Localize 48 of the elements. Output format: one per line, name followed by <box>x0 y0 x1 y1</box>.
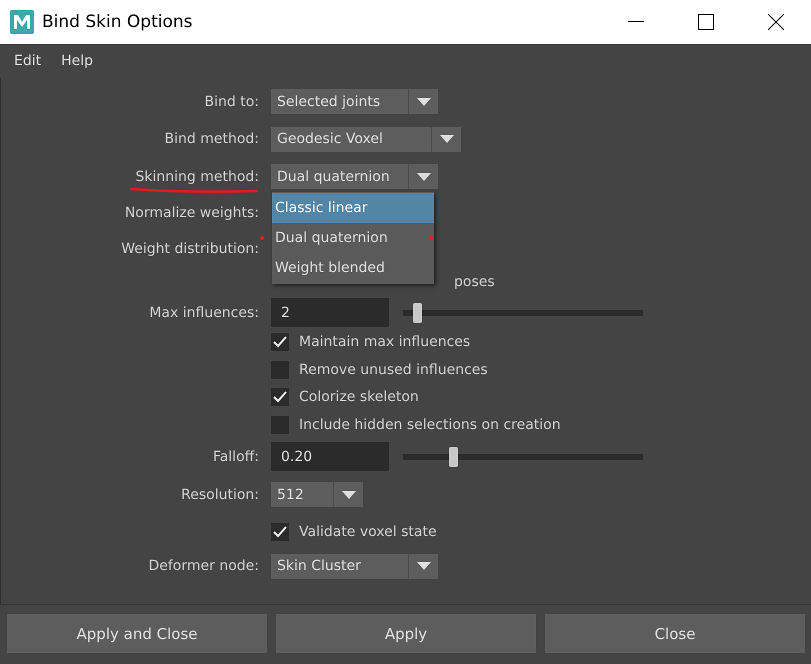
slider-handle[interactable] <box>413 302 422 322</box>
field-label: Normalize weights: <box>124 205 259 222</box>
dropdown[interactable]: Dual quaternion <box>271 164 438 189</box>
field-label: Bind to: <box>204 94 259 110</box>
checkbox[interactable] <box>271 333 289 351</box>
dropdown[interactable]: Selected joints <box>271 89 438 114</box>
caret-icon <box>416 172 430 180</box>
dialog-button[interactable]: Apply <box>276 614 536 653</box>
checkbox[interactable] <box>271 388 289 406</box>
checkbox[interactable] <box>271 523 289 542</box>
dropdown[interactable]: Skin Cluster <box>271 554 438 578</box>
dropdown[interactable]: 512 <box>271 482 363 507</box>
field-label: Skinning method: <box>135 168 259 184</box>
option-label: poses <box>454 274 495 290</box>
checkbox-label: Colorize skeleton <box>299 389 419 405</box>
window-title: Bind Skin Options <box>42 12 194 32</box>
slider-handle[interactable] <box>449 446 458 467</box>
number-field[interactable]: 0.20 <box>271 442 389 472</box>
checkbox-label: Maintain max influences <box>299 334 470 350</box>
menu-option[interactable]: Weight blended <box>272 253 434 283</box>
menu-item[interactable]: Edit <box>6 53 50 69</box>
maximize-icon[interactable] <box>698 14 714 30</box>
field-label: Weight distribution: <box>121 241 259 257</box>
field-label: Max influences: <box>149 304 259 320</box>
dialog-button[interactable]: Apply and Close <box>7 614 267 653</box>
dialog-button[interactable]: Close <box>545 614 805 653</box>
app-logo-icon <box>10 10 34 34</box>
field-label: Deformer node: <box>148 558 259 574</box>
menu-option[interactable]: Dual quaternion <box>272 223 434 253</box>
checkbox-label: Remove unused influences <box>299 362 488 378</box>
minimize-icon[interactable] <box>628 21 644 23</box>
checkbox[interactable] <box>271 361 289 379</box>
field-label: Falloff: <box>212 448 259 465</box>
menu-option[interactable]: Classic linear <box>272 193 434 223</box>
field-label: Resolution: <box>181 486 259 502</box>
annotation-dot <box>429 236 433 240</box>
close-icon[interactable] <box>768 14 784 30</box>
field-label: Bind method: <box>164 131 259 148</box>
checkbox-label: Include hidden selections on creation <box>299 416 561 433</box>
number-field[interactable]: 2 <box>271 298 389 327</box>
caret-icon <box>416 98 430 106</box>
caret-icon <box>440 135 454 144</box>
menu-item[interactable]: Help <box>53 53 102 69</box>
checkbox-label: Validate voxel state <box>299 524 437 540</box>
dropdown[interactable]: Geodesic Voxel <box>271 126 461 152</box>
checkbox[interactable] <box>271 416 289 434</box>
caret-icon <box>416 562 430 570</box>
caret-icon <box>342 490 356 498</box>
